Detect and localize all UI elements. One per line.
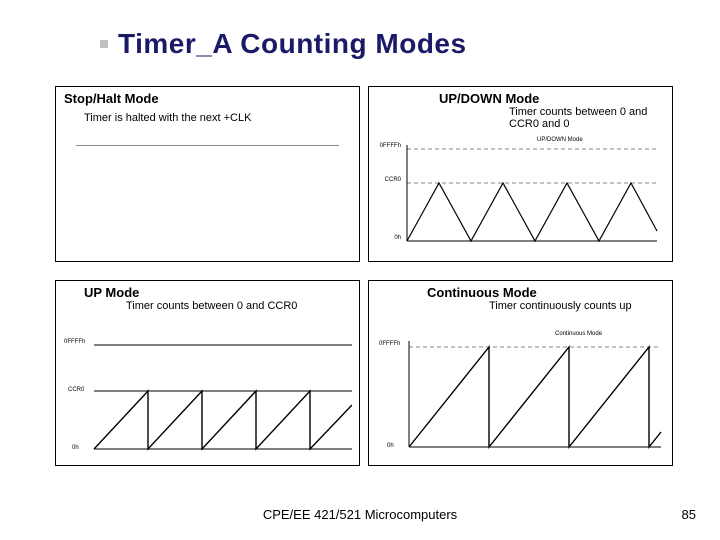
continuous-top-label: Continuous Mode [555, 331, 602, 337]
up-sub: Timer counts between 0 and CCR0 [56, 300, 359, 312]
updown-ylabel-bot: 0h [373, 235, 401, 241]
updown-top-label: UP/DOWN Mode [537, 137, 583, 143]
up-header: UP Mode [56, 281, 359, 300]
continuous-ylabel-top: 0FFFFh [379, 341, 400, 347]
continuous-chart: 0FFFFh 0h Continuous Mode [377, 327, 664, 459]
stop-halt-sub: Timer is halted with the next +CLK [56, 112, 359, 124]
up-chart: 0FFFFh CCR0 0h [64, 327, 351, 459]
continuous-ylabel-bot: 0h [387, 443, 394, 449]
up-chart-svg [64, 327, 352, 459]
updown-sub: Timer counts between 0 and CCR0 and 0 [369, 106, 672, 130]
slide-container: Timer_A Counting Modes Stop/Halt Mode Ti… [0, 0, 720, 540]
updown-header: UP/DOWN Mode [369, 87, 672, 106]
quadrant-up: UP Mode Timer counts between 0 and CCR0 … [55, 280, 360, 466]
continuous-sub: Timer continuously counts up [369, 300, 672, 312]
up-ylabel-bot: 0h [72, 445, 79, 451]
updown-chart-svg [377, 135, 665, 255]
footer-text: CPE/EE 421/521 Microcomputers [0, 507, 720, 522]
quadrant-updown: UP/DOWN Mode Timer counts between 0 and … [368, 86, 673, 262]
page-number: 85 [682, 507, 696, 522]
title-row: Timer_A Counting Modes [100, 28, 467, 60]
up-ylabel-top: 0FFFFh [64, 339, 85, 345]
continuous-chart-svg [377, 327, 665, 459]
updown-ylabel-mid: CCR0 [373, 177, 401, 183]
quadrant-stop-halt: Stop/Halt Mode Timer is halted with the … [55, 86, 360, 262]
title-bullet-icon [100, 40, 108, 48]
updown-chart: 0FFFFh CCR0 0h UP/DOWN Mode [377, 135, 664, 255]
slide-title: Timer_A Counting Modes [118, 28, 467, 60]
updown-ylabel-top: 0FFFFh [373, 143, 401, 149]
stop-halt-header: Stop/Halt Mode [56, 87, 359, 106]
stop-halt-divider [76, 145, 339, 146]
continuous-header: Continuous Mode [369, 281, 672, 300]
quadrant-continuous: Continuous Mode Timer continuously count… [368, 280, 673, 466]
up-ylabel-mid: CCR0 [68, 387, 84, 393]
